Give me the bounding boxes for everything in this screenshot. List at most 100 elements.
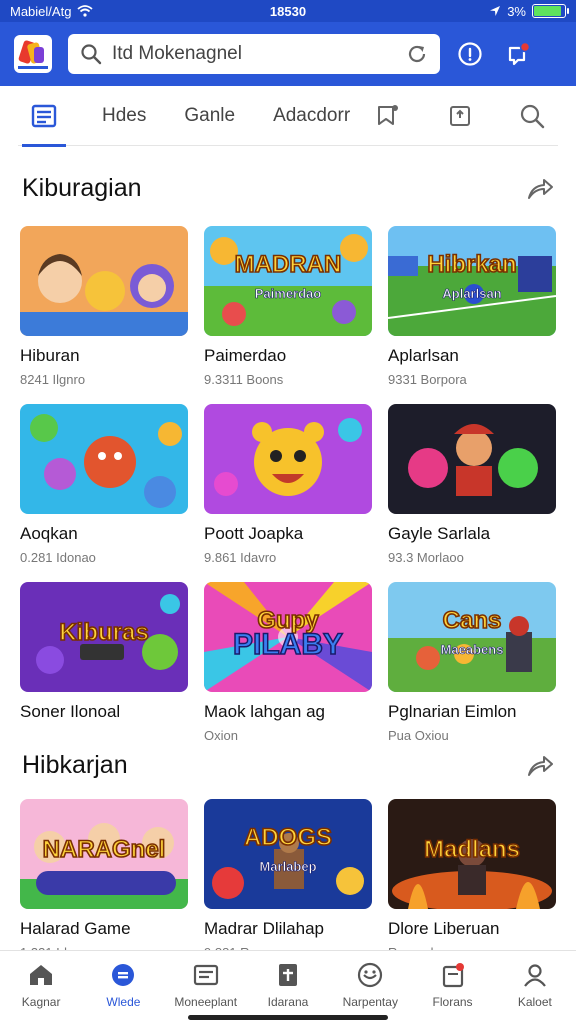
game-card[interactable]: Madlans Dlore Liberuan Raom drs <box>388 799 556 960</box>
thumbnail-art <box>388 404 556 514</box>
game-title: Dlore Liberuan <box>388 919 500 938</box>
grid-plus-icon <box>278 964 297 986</box>
app-logo[interactable] <box>14 35 52 73</box>
game-thumbnail[interactable] <box>20 226 188 336</box>
nav-label: Idarana <box>267 995 309 1009</box>
thumbnail-art: MADRAN Paimerdao <box>204 226 372 336</box>
game-thumbnail[interactable] <box>204 404 372 514</box>
game-card[interactable]: Aoqkan 0.281 Idonao <box>20 404 188 582</box>
game-title: Aoqkan <box>20 524 78 543</box>
carrier-group: Mabiel/Atg <box>10 4 94 19</box>
game-card[interactable]: Gupy PILABY Maok lahgan ag Oxion <box>204 582 372 760</box>
game-thumbnail[interactable]: NARAGnel <box>20 799 188 909</box>
game-subtitle: 93.3 Morlaoo <box>388 550 464 565</box>
tab-hdes[interactable]: Hdes <box>90 86 158 146</box>
thumbnail-art: GupyPILABY <box>204 582 372 692</box>
nav-label: Kagnar <box>21 995 61 1009</box>
game-thumbnail[interactable]: MADRAN Paimerdao <box>204 226 372 336</box>
game-title: Paimerdao <box>204 346 287 365</box>
nav-item-home[interactable]: Kagnar <box>0 951 82 1024</box>
nav-item-list-card[interactable]: Moneeplant <box>165 951 247 1024</box>
game-thumbnail[interactable]: ADOGS Marlabep <box>204 799 372 909</box>
thumb-art-title: Kiburas <box>59 619 148 646</box>
game-thumbnail[interactable]: Madlans <box>388 799 556 909</box>
game-subtitle: 0.281 Idonao <box>20 550 96 565</box>
tab-label: Ganle <box>184 104 236 126</box>
thumbnail-art <box>20 404 188 514</box>
game-subtitle: 9331 Borpora <box>388 372 467 387</box>
game-card[interactable]: Hiburan 8241 Ilgnro <box>20 226 188 404</box>
game-title: Madrar Dlilahap <box>204 919 324 938</box>
share-arrow-icon[interactable] <box>526 751 554 779</box>
nav-label: Florans <box>432 995 473 1009</box>
search-box[interactable] <box>68 34 440 74</box>
game-grid: NARAGnel Halarad Game 1.331 Idonro ADOGS… <box>20 799 556 960</box>
game-title: Soner Ilonoal <box>20 702 121 721</box>
list-icon <box>31 104 57 127</box>
game-thumbnail[interactable]: Kiburas <box>20 582 188 692</box>
nav-item-grid-plus[interactable]: Idarana <box>247 951 329 1024</box>
game-card[interactable]: NARAGnel Halarad Game 1.331 Idonro <box>20 799 188 960</box>
bag-icon <box>442 963 464 988</box>
tab-ganle[interactable]: Ganle <box>172 86 247 146</box>
game-thumbnail[interactable] <box>20 404 188 514</box>
game-title: Hiburan <box>20 346 80 365</box>
list-card-icon <box>193 964 218 986</box>
game-thumbnail[interactable]: Gupy PILABY <box>204 582 372 692</box>
nav-item-controller[interactable]: Narpentay <box>329 951 411 1024</box>
tab-list[interactable] <box>18 86 70 147</box>
thumbnail-art: ADOGS Marlabep <box>204 799 372 909</box>
thumb-art-title: NARAGnel <box>43 836 166 863</box>
tab-adacdorr[interactable]: Adacdorr <box>261 86 362 146</box>
home-indicator <box>188 1015 388 1020</box>
game-card[interactable]: Gayle Sarlala 93.3 Morlaoo <box>388 404 556 582</box>
game-thumbnail[interactable]: Cans Maeabens <box>388 582 556 692</box>
thumbnail-art: Hibrkan Aplarlsan <box>388 226 556 336</box>
game-subtitle: Oxion <box>204 728 238 743</box>
section-title: Hibkarjan <box>22 750 128 779</box>
battery-percent: 3% <box>507 3 526 19</box>
game-title: Maok lahgan ag <box>204 702 325 721</box>
search-tab-button[interactable] <box>506 86 558 146</box>
nav-item-profile[interactable]: Kaloet <box>494 951 576 1024</box>
thumb-art-title: Cans <box>443 607 502 634</box>
game-subtitle: Pua Oxiou <box>388 728 449 743</box>
section-title: Kiburagian <box>22 173 142 202</box>
game-thumbnail[interactable]: Hibrkan Aplarlsan <box>388 226 556 336</box>
thumb-art-title: Hibrkan <box>427 251 516 278</box>
game-thumbnail[interactable] <box>388 404 556 514</box>
refresh-icon[interactable] <box>406 43 428 65</box>
search-icon <box>521 104 545 128</box>
game-card[interactable]: ADOGSMarlabep Madrar Dlilahap 9.881 Romy <box>204 799 372 960</box>
location-arrow-icon <box>490 6 501 16</box>
game-card[interactable]: Poott Joapka 9.861 Idavro <box>204 404 372 582</box>
status-right: 3% <box>489 3 569 19</box>
game-card[interactable]: Kiburas Soner Ilonoal <box>20 582 188 760</box>
game-title: Halarad Game <box>20 919 131 938</box>
game-card[interactable]: Hibrkan Aplarlsan Aplarlsan 9331 Borpora <box>388 226 556 404</box>
thumbnail-art: Cans Maeabens <box>388 582 556 692</box>
nav-item-chat-bubble[interactable]: Wlede <box>82 951 164 1024</box>
bookmark-button[interactable] <box>362 86 414 146</box>
thumbnail-art: Kiburas <box>20 582 188 692</box>
thumbnail-art <box>20 226 188 336</box>
profile-icon <box>523 964 546 987</box>
share-button[interactable] <box>434 86 486 146</box>
search-input[interactable] <box>112 43 396 65</box>
nav-label: Narpentay <box>342 995 398 1009</box>
wifi-icon <box>77 5 94 17</box>
status-bar: Mabiel/Atg 18530 3% <box>0 0 576 22</box>
thumbnail-art: Madlans <box>388 799 556 909</box>
info-button[interactable] <box>452 36 488 72</box>
thumb-art-subtitle: Marlabep <box>259 859 316 874</box>
game-title: Gayle Sarlala <box>388 524 491 543</box>
game-card[interactable]: Cans Maeabens Pglnarian Eimlon Pua Oxiou <box>388 582 556 760</box>
nav-item-bag[interactable]: Florans <box>411 951 493 1024</box>
notifications-button[interactable] <box>500 36 536 72</box>
thumb-art-subtitle: PILABY <box>233 628 343 661</box>
share-arrow-icon[interactable] <box>526 174 554 202</box>
tab-label: Hdes <box>102 104 147 126</box>
bottom-navigation: Kagnar Wlede Moneeplant Idarana Narpenta… <box>0 950 576 1024</box>
thumb-art-subtitle: Aplarlsan <box>442 286 501 301</box>
game-card[interactable]: MADRAN Paimerdao Paimerdao 9.3311 Boons <box>204 226 372 404</box>
